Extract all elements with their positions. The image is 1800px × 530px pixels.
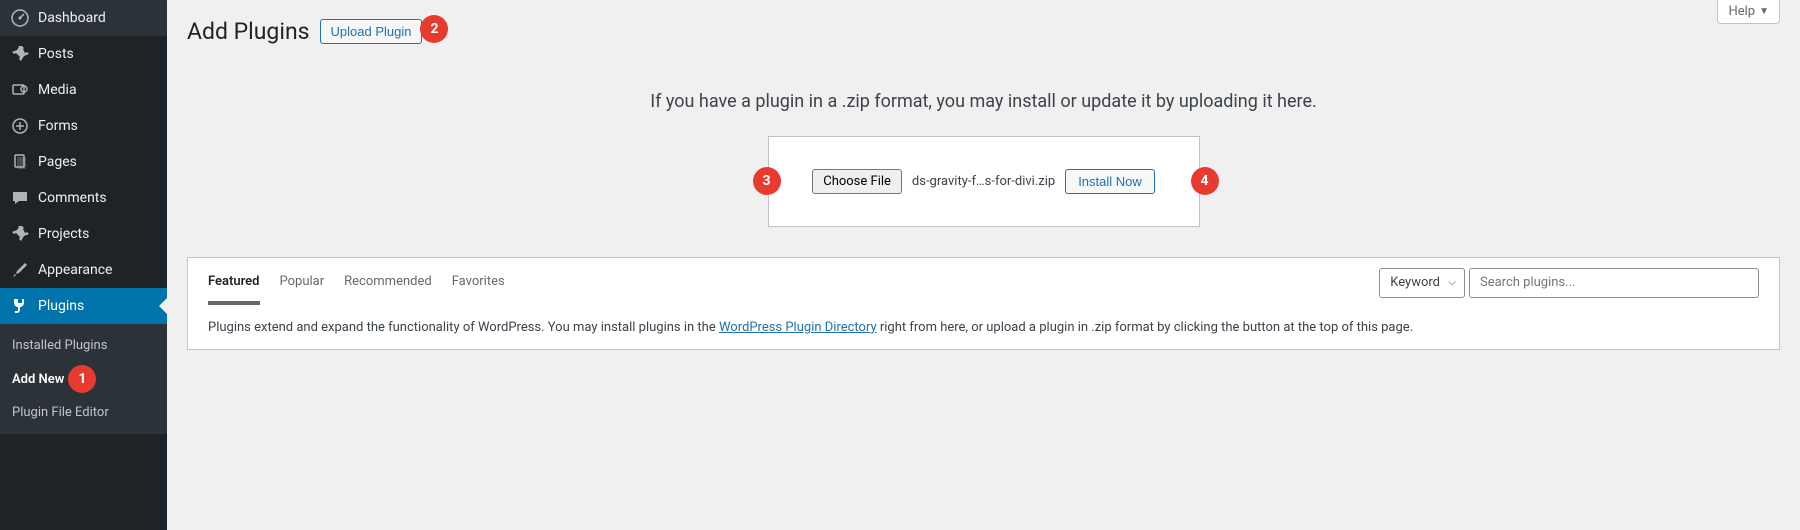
sidebar-item-appearance[interactable]: Appearance (0, 252, 167, 288)
chevron-down-icon: ▼ (1759, 6, 1769, 17)
sidebar-item-comments[interactable]: Comments (0, 180, 167, 216)
chevron-down-icon: ⌵ (1448, 277, 1456, 288)
comment-icon (10, 188, 30, 208)
tab-popular[interactable]: Popular (280, 268, 325, 305)
media-icon (10, 80, 30, 100)
pin-icon (10, 44, 30, 64)
page-title: Add Plugins (187, 8, 310, 51)
badge-3: 3 (753, 167, 781, 195)
sidebar-item-label: Forms (38, 118, 78, 134)
tabs-right: Keyword ⌵ (1379, 268, 1759, 298)
pages-icon (10, 152, 30, 172)
tabs-left: Featured Popular Recommended Favorites (208, 268, 1379, 305)
main-content: Help ▼ Add Plugins Upload Plugin 2 If yo… (167, 0, 1800, 530)
install-now-button[interactable]: Install Now (1065, 169, 1155, 194)
help-label: Help (1728, 4, 1755, 19)
submenu-plugin-file-editor[interactable]: Plugin File Editor (0, 399, 167, 426)
keyword-label: Keyword (1390, 275, 1440, 290)
sidebar-item-forms[interactable]: Forms (0, 108, 167, 144)
submenu-add-new[interactable]: Add New 1 (0, 359, 167, 399)
heading-row: Add Plugins Upload Plugin 2 (187, 0, 1780, 51)
help-tab[interactable]: Help ▼ (1717, 0, 1780, 24)
submenu-item-label: Plugin File Editor (12, 405, 109, 420)
sidebar-item-plugins[interactable]: Plugins (0, 288, 167, 324)
description-post: right from here, or upload a plugin in .… (877, 320, 1414, 335)
dashboard-icon (10, 8, 30, 28)
sidebar-item-label: Dashboard (38, 10, 106, 26)
sidebar-item-media[interactable]: Media (0, 72, 167, 108)
brush-icon (10, 260, 30, 280)
tab-featured[interactable]: Featured (208, 268, 260, 305)
tab-favorites[interactable]: Favorites (452, 268, 505, 305)
submenu-item-label: Installed Plugins (12, 338, 107, 353)
sidebar-item-label: Projects (38, 226, 89, 242)
upload-instructions: If you have a plugin in a .zip format, y… (187, 91, 1780, 112)
upload-area: 3 Choose File ds-gravity-f…s-for-divi.zi… (768, 136, 1200, 227)
sidebar-item-label: Media (38, 82, 77, 98)
search-type-select[interactable]: Keyword ⌵ (1379, 268, 1465, 298)
upload-plugin-button[interactable]: Upload Plugin (320, 19, 423, 44)
badge-1: 1 (68, 365, 96, 393)
submenu-item-label: Add New (12, 372, 64, 387)
pin-icon (10, 224, 30, 244)
sidebar-item-label: Pages (38, 154, 77, 170)
plugin-tabs: Featured Popular Recommended Favorites K… (187, 257, 1780, 306)
description-pre: Plugins extend and expand the functional… (208, 320, 719, 335)
badge-2: 2 (420, 15, 448, 43)
plug-icon (10, 296, 30, 316)
plugins-submenu: Installed Plugins Add New 1 Plugin File … (0, 324, 167, 434)
sidebar-item-label: Posts (38, 46, 74, 62)
sidebar-item-label: Comments (38, 190, 107, 206)
sidebar-item-label: Plugins (38, 298, 84, 314)
submenu-installed-plugins[interactable]: Installed Plugins (0, 332, 167, 359)
plugin-directory-link[interactable]: WordPress Plugin Directory (719, 320, 877, 335)
admin-sidebar: Dashboard Posts Media Forms Pages Commen… (0, 0, 167, 530)
sidebar-item-pages[interactable]: Pages (0, 144, 167, 180)
sidebar-item-dashboard[interactable]: Dashboard (0, 0, 167, 36)
tab-recommended[interactable]: Recommended (344, 268, 432, 305)
sidebar-item-projects[interactable]: Projects (0, 216, 167, 252)
form-icon (10, 116, 30, 136)
plugins-description: Plugins extend and expand the functional… (187, 306, 1780, 350)
badge-4: 4 (1191, 167, 1219, 195)
selected-file-name: ds-gravity-f…s-for-divi.zip (912, 174, 1055, 189)
search-plugins-input[interactable] (1469, 268, 1759, 298)
choose-file-button[interactable]: Choose File (812, 169, 902, 194)
sidebar-item-label: Appearance (38, 262, 112, 278)
sidebar-item-posts[interactable]: Posts (0, 36, 167, 72)
